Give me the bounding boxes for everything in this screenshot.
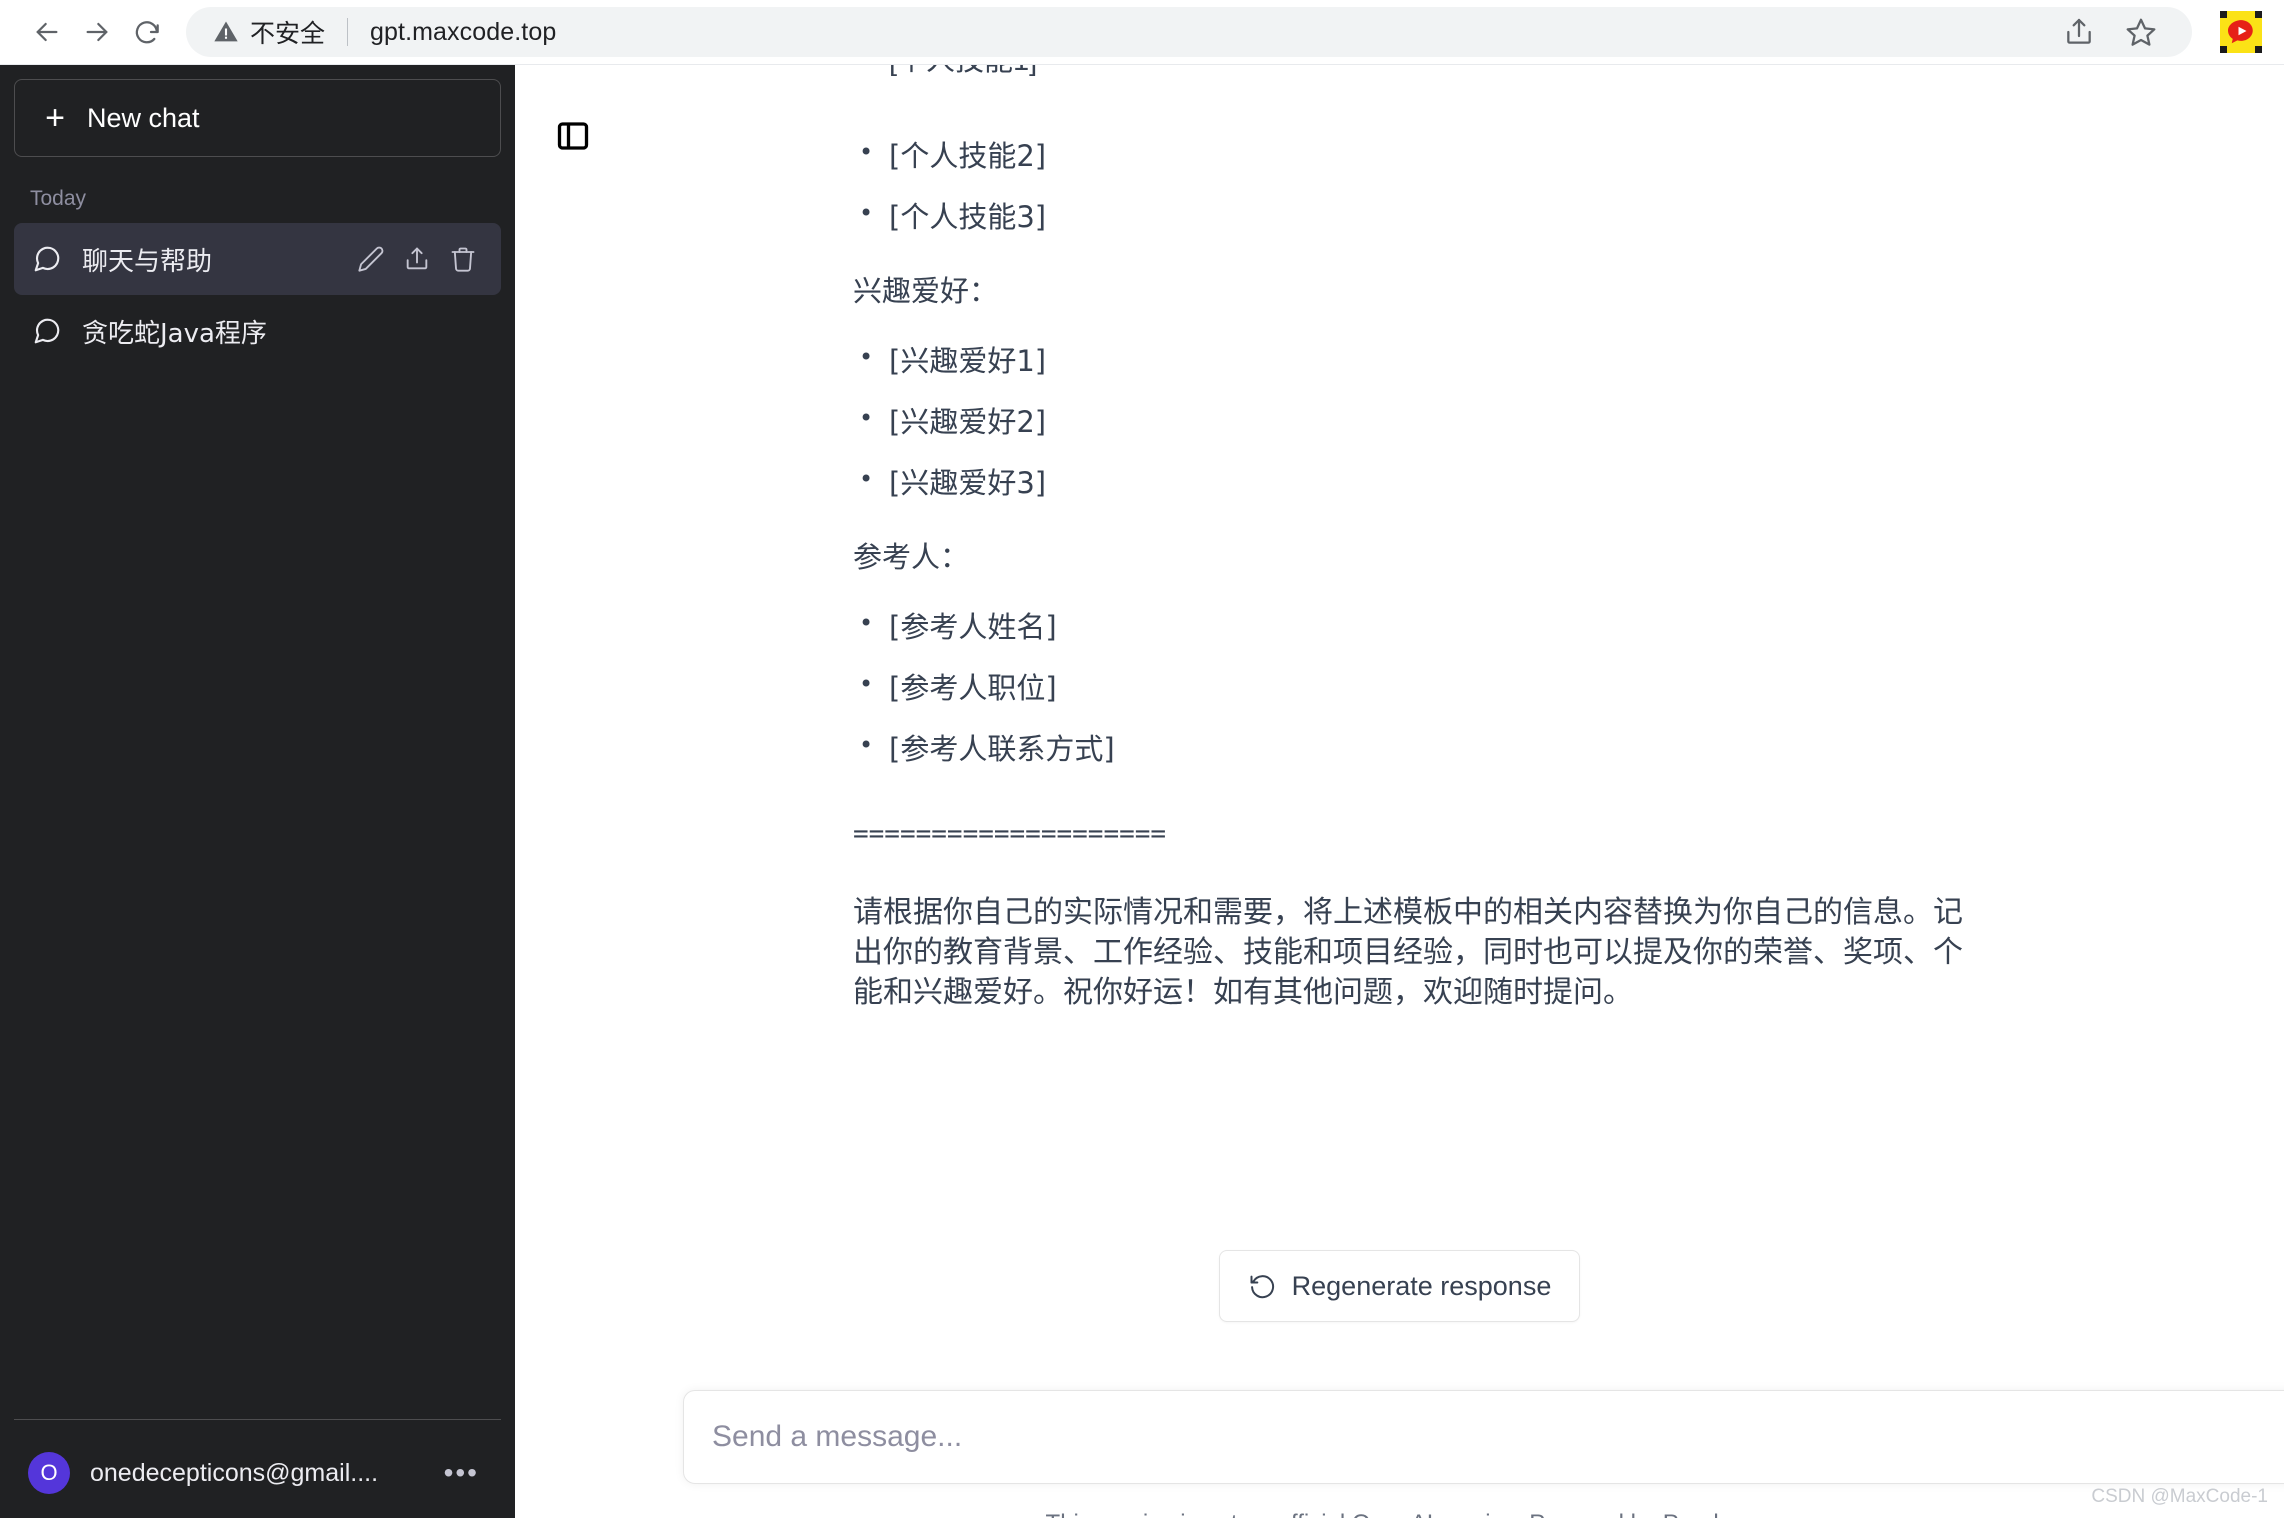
security-label: 不安全 (250, 19, 326, 48)
regenerate-area: Regenerate response (515, 1250, 2284, 1322)
closing-line-3: 能和兴趣爱好。祝你好运！如有其他问题，欢迎随时提问。 (853, 974, 1633, 1010)
footer-note: This service is not an official OpenAI s… (515, 1510, 2284, 1518)
chat-history-item-label: 聊天与帮助 (82, 246, 213, 277)
account-row[interactable]: O onedecepticons@gmail.... ••• (14, 1442, 501, 1504)
forward-button[interactable] (72, 7, 122, 57)
edit-icon[interactable] (357, 245, 385, 273)
list-item: [兴趣爱好2] (853, 402, 2284, 442)
list-item: [个人技能3] (853, 197, 2284, 237)
watermark: CSDN @MaxCode-1 (2091, 1486, 2268, 1507)
sidebar-footer: O onedecepticons@gmail.... ••• (14, 1419, 501, 1504)
list-item: [参考人姓名] (853, 607, 2284, 647)
composer-area: Send a message... (683, 1390, 2284, 1484)
back-button[interactable] (22, 7, 72, 57)
footer-text: This service is not an official OpenAI s… (1046, 1510, 1663, 1518)
share-icon[interactable] (403, 245, 431, 273)
browser-window: 不安全 gpt.maxcode.top + New chat Today 聊天与… (0, 0, 2284, 1518)
message-input[interactable]: Send a message... (683, 1390, 2284, 1484)
new-chat-button[interactable]: + New chat (14, 79, 501, 157)
star-icon[interactable] (2116, 7, 2166, 57)
warning-triangle-icon (212, 18, 240, 46)
reference-list: [参考人姓名] [参考人职位] [参考人联系方式] (853, 607, 2284, 769)
new-chat-label: New chat (87, 102, 200, 133)
address-bar[interactable]: 不安全 gpt.maxcode.top (186, 7, 2192, 57)
plus-icon: + (45, 99, 65, 137)
main-content: [个人技能1] [个人技能2] [个人技能3] 兴趣爱好： [兴趣爱好1] [兴… (515, 65, 2284, 1518)
list-item: [参考人职位] (853, 668, 2284, 708)
assistant-message: [个人技能2] [个人技能3] 兴趣爱好： [兴趣爱好1] [兴趣爱好2] [兴… (515, 65, 2284, 1012)
share-icon[interactable] (2054, 7, 2104, 57)
refresh-icon (1248, 1272, 1276, 1300)
closing-paragraph: 请根据你自己的实际情况和需要，将上述模板中的相关内容替换为你自己的信息。记 出你… (853, 893, 2284, 1012)
pandora-link[interactable]: Pandora (1663, 1510, 1754, 1518)
chat-history-item[interactable]: 贪吃蛇Java程序 (14, 295, 501, 367)
chat-history-item-label: 贪吃蛇Java程序 (82, 318, 267, 349)
list-item: [兴趣爱好1] (853, 341, 2284, 381)
message-input-placeholder: Send a message... (712, 1420, 963, 1453)
account-email: onedecepticons@gmail.... (90, 1458, 379, 1487)
extension-record-icon[interactable] (2220, 11, 2262, 53)
reload-button[interactable] (122, 7, 172, 57)
chat-bubble-icon (32, 316, 62, 346)
chat-item-actions (357, 245, 483, 273)
hobbies-heading: 兴趣爱好： (853, 274, 999, 309)
list-item: [个人技能2] (853, 136, 2284, 176)
chat-history-item-active[interactable]: 聊天与帮助 (14, 223, 501, 295)
ellipsis-icon[interactable]: ••• (444, 1457, 487, 1489)
trash-icon[interactable] (449, 245, 477, 273)
sidebar-section-label: Today (30, 187, 87, 210)
regenerate-response-label: Regenerate response (1291, 1270, 1552, 1301)
sidebar: + New chat Today 聊天与帮助 贪吃蛇Java程序 O onede… (0, 65, 515, 1518)
omnibox-actions (2034, 7, 2166, 57)
avatar: O (28, 1452, 70, 1494)
chat-history-list: 聊天与帮助 贪吃蛇Java程序 (14, 223, 501, 1409)
regenerate-response-button[interactable]: Regenerate response (1218, 1250, 1581, 1322)
omnibox-divider (347, 18, 349, 46)
list-item: [参考人联系方式] (853, 729, 2284, 769)
skills-list: [个人技能2] [个人技能3] (853, 65, 2284, 237)
list-item: [兴趣爱好3] (853, 463, 2284, 503)
reference-heading: 参考人： (853, 540, 970, 575)
chat-bubble-icon (32, 244, 62, 274)
hobbies-list: [兴趣爱好1] [兴趣爱好2] [兴趣爱好3] (853, 341, 2284, 503)
closing-line-2: 出你的教育背景、工作经验、技能和项目经验，同时也可以提及你的荣誉、奖项、个 (853, 934, 1963, 970)
url-text: gpt.maxcode.top (370, 17, 557, 46)
text-divider: ==================== (853, 819, 1167, 850)
closing-line-1: 请根据你自己的实际情况和需要，将上述模板中的相关内容替换为你自己的信息。记 (853, 895, 1963, 931)
browser-toolbar: 不安全 gpt.maxcode.top (0, 0, 2284, 65)
